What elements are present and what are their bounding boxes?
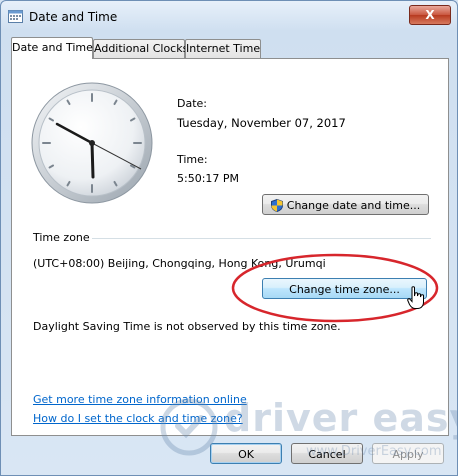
more-time-zone-info-link[interactable]: Get more time zone information online	[33, 393, 247, 406]
date-label: Date:	[177, 97, 207, 110]
close-button[interactable]: X	[409, 5, 451, 25]
dst-note: Daylight Saving Time is not observed by …	[33, 320, 341, 333]
tab-panel: Date: Tuesday, November 07, 2017 Time: 5…	[11, 58, 449, 436]
change-date-and-time-button[interactable]: Change date and time...	[262, 194, 429, 215]
title-bar[interactable]: Date and Time X	[1, 1, 457, 31]
how-to-set-clock-link[interactable]: How do I set the clock and time zone?	[33, 412, 243, 425]
time-label: Time:	[177, 153, 208, 166]
time-zone-divider	[92, 238, 431, 239]
ok-button[interactable]: OK	[210, 443, 282, 464]
tab-internet-time[interactable]: Internet Time	[185, 39, 261, 58]
date-value: Tuesday, November 07, 2017	[177, 116, 346, 130]
apply-button: Apply	[372, 443, 444, 464]
time-value: 5:50:17 PM	[177, 172, 240, 185]
window-title: Date and Time	[29, 10, 118, 24]
hour-hand	[90, 141, 95, 179]
tab-additional-clocks[interactable]: Additional Clocks	[93, 39, 188, 58]
uac-shield-icon	[270, 199, 283, 212]
time-zone-value: (UTC+08:00) Beijing, Chongqing, Hong Kon…	[33, 257, 326, 270]
analog-clock	[31, 82, 153, 204]
hand-pointer-icon	[407, 286, 424, 309]
change-date-and-time-label: Change date and time...	[286, 199, 421, 212]
calendar-clock-icon	[8, 10, 23, 23]
time-zone-heading: Time zone	[33, 231, 90, 244]
date-and-time-dialog: Date and Time X Date and Time Additional…	[0, 0, 458, 476]
cancel-button[interactable]: Cancel	[291, 443, 363, 464]
tab-date-and-time[interactable]: Date and Time	[11, 37, 93, 59]
change-time-zone-button[interactable]: Change time zone...	[262, 278, 427, 299]
